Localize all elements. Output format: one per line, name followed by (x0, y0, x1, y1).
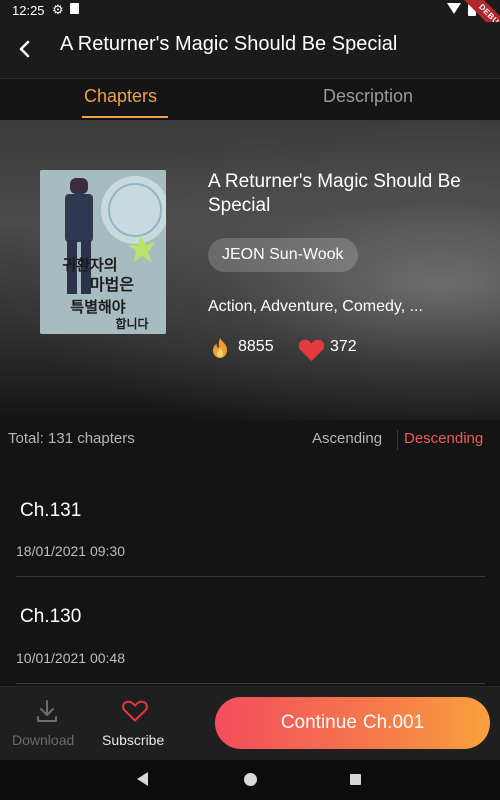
nav-home-icon[interactable] (244, 773, 257, 786)
svg-text:특별해야: 특별해야 (70, 298, 125, 316)
heart-outline-icon[interactable] (121, 699, 149, 728)
list-divider (16, 576, 485, 577)
tab-description[interactable]: Description (323, 86, 413, 107)
page-title: A Returner's Magic Should Be Special (60, 33, 398, 55)
subscribe-button-label[interactable]: Subscribe (102, 732, 164, 748)
sd-card-icon (70, 3, 79, 14)
book-cover-image: 귀환자의 마법은 특별해야 합니다 (40, 170, 166, 334)
genres-text: Action, Adventure, Comedy, ... (208, 298, 423, 315)
sort-divider (397, 430, 398, 450)
status-time: 12:25 (12, 3, 45, 18)
book-title: A Returner's Magic Should Be Special (208, 171, 461, 216)
download-icon[interactable] (34, 698, 60, 729)
download-button-label[interactable]: Download (12, 732, 74, 748)
heart-icon (298, 338, 325, 367)
chapter-title[interactable]: Ch.131 (20, 500, 81, 522)
nav-recents-icon[interactable] (350, 774, 361, 785)
likes-count: 372 (330, 338, 357, 355)
fire-icon (208, 336, 232, 365)
sort-ascending-button[interactable]: Ascending (312, 430, 382, 447)
settings-gear-icon: ⚙ (52, 2, 64, 17)
author-chip[interactable]: JEON Sun-Wook (208, 238, 358, 272)
chapter-title[interactable]: Ch.130 (20, 606, 81, 628)
svg-text:귀환자의: 귀환자의 (62, 256, 117, 274)
tab-chapters[interactable]: Chapters (84, 86, 157, 107)
nav-back-icon[interactable] (137, 772, 148, 786)
views-count: 8855 (238, 338, 274, 355)
svg-text:합니다: 합니다 (115, 316, 148, 331)
continue-label: Continue (280, 712, 357, 733)
chapter-date: 18/01/2021 09:30 (16, 543, 125, 559)
sort-descending-button[interactable]: Descending (404, 430, 483, 447)
list-divider (16, 683, 485, 684)
back-arrow-icon[interactable] (10, 34, 40, 64)
chapter-total: Total: 131 chapters (8, 430, 135, 447)
wifi-icon (447, 3, 461, 14)
chapter-date: 10/01/2021 00:48 (16, 650, 125, 666)
tab-bar (0, 78, 500, 121)
continue-chapter: Ch.001 (362, 712, 425, 733)
continue-reading-button[interactable]: Continue Ch.001 (215, 697, 490, 749)
svg-text:마법은: 마법은 (90, 275, 134, 294)
active-tab-indicator (82, 116, 168, 118)
